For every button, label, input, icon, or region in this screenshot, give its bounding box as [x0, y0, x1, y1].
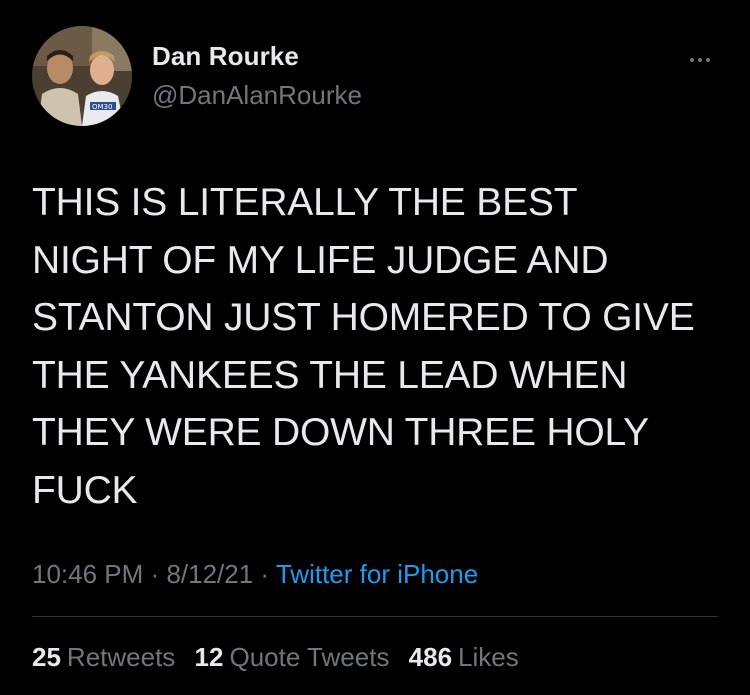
more-dot — [698, 58, 702, 62]
retweets-stat[interactable]: 25 Retweets — [32, 642, 175, 672]
avatar-photo: OM30 — [32, 26, 132, 126]
likes-count: 486 — [408, 642, 453, 672]
more-dot — [706, 58, 710, 62]
likes-label: Likes — [458, 642, 519, 672]
retweets-count: 25 — [32, 642, 61, 672]
more-horizontal-icon[interactable] — [680, 50, 720, 70]
tweet-stats: 25 Retweets 12 Quote Tweets 486 Likes — [32, 640, 531, 674]
tweet-meta: 10:46 PM · 8/12/21 · Twitter for iPhone — [32, 557, 478, 591]
divider — [32, 616, 718, 617]
meta-separator: · — [260, 559, 270, 589]
tweet-date[interactable]: 8/12/21 — [166, 559, 253, 589]
likes-stat[interactable]: 486 Likes — [409, 642, 519, 672]
avatar[interactable]: OM30 — [32, 26, 132, 126]
author-display-name[interactable]: Dan Rourke — [152, 43, 299, 69]
svg-text:OM30: OM30 — [92, 103, 112, 111]
tweet-source-link[interactable]: Twitter for iPhone — [276, 559, 478, 589]
quote-tweets-stat[interactable]: 12 Quote Tweets — [195, 642, 390, 672]
tweet-time[interactable]: 10:46 PM — [32, 559, 143, 589]
retweets-label: Retweets — [66, 642, 176, 672]
tweet-text: THIS IS LITERALLY THE BEST NIGHT OF MY L… — [32, 181, 695, 512]
tweet: OM30 Dan Rourke @DanAlanRourke THIS IS L… — [0, 0, 750, 695]
quotes-label: Quote Tweets — [229, 642, 390, 672]
quotes-count: 12 — [194, 642, 224, 672]
more-dot — [690, 58, 694, 62]
author-handle[interactable]: @DanAlanRourke — [152, 82, 362, 108]
meta-separator: · — [150, 559, 160, 589]
